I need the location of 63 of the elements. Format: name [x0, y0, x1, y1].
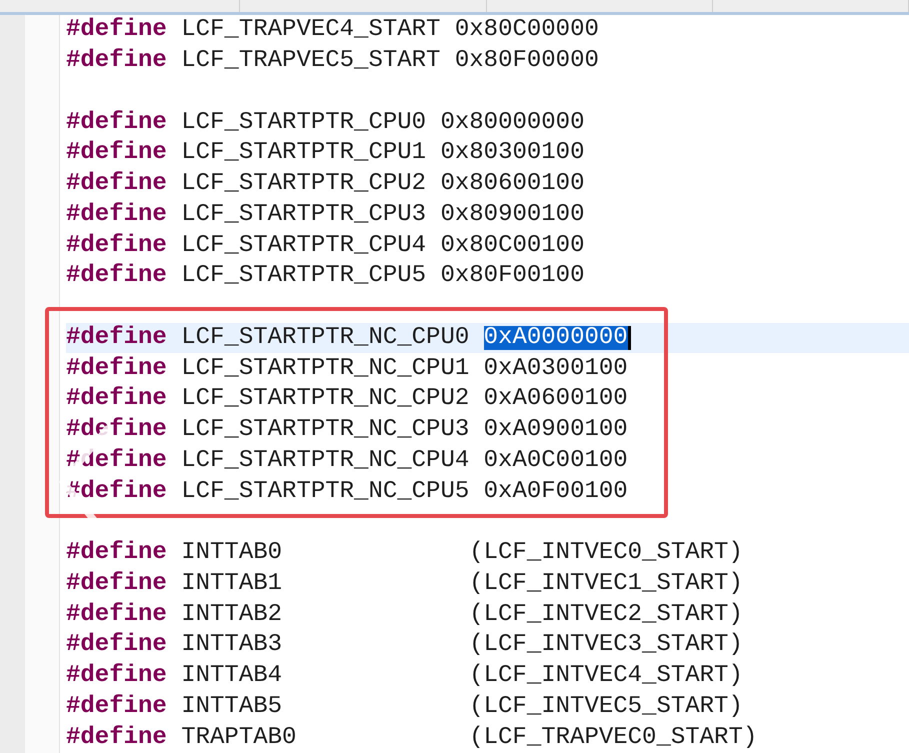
macro-value: 0x80F00100 — [440, 264, 584, 288]
keyword: #define — [66, 418, 167, 442]
keyword: #define — [66, 234, 167, 258]
macro-name: LCF_STARTPTR_NC_CPU5 — [181, 480, 470, 504]
macro-value: (LCF_TRAPVEC0_START) — [469, 726, 758, 750]
macro-value: (LCF_INTVEC4_START) — [469, 664, 743, 688]
macro-value: 0x80C00000 — [454, 18, 599, 42]
macro-name: LCF_STARTPTR_NC_CPU0 — [181, 326, 470, 350]
keyword: #define — [66, 110, 167, 135]
macro-name: LCF_STARTPTR_CPU2 — [181, 172, 426, 196]
keyword: #define — [66, 602, 167, 627]
macro-name: LCF_STARTPTR_CPU5 — [181, 264, 426, 288]
macro-name: LCF_STARTPTR_NC_CPU3 — [181, 418, 470, 442]
macro-value: 0xA0C00100 — [484, 448, 628, 473]
macro-name: INTTAB3 — [181, 633, 284, 658]
macro-value: 0xA0900100 — [484, 418, 628, 442]
keyword: #define — [66, 480, 167, 504]
keyword: #define — [66, 356, 167, 381]
selected-text: 0xA0000000 — [484, 326, 631, 350]
macro-value: (LCF_INTVEC0_START) — [469, 541, 743, 566]
macro-value: (LCF_INTVEC3_START) — [469, 633, 743, 658]
keyword: #define — [66, 264, 167, 288]
keyword: #define — [66, 49, 167, 74]
macro-value: (LCF_INTVEC1_START) — [469, 572, 743, 596]
keyword: #define — [66, 18, 167, 42]
keyword: #define — [66, 541, 167, 566]
macro-name: INTTAB4 — [181, 664, 284, 688]
macro-value: (LCF_INTVEC5_START) — [469, 694, 743, 719]
macro-name: INTTAB2 — [181, 602, 284, 627]
macro-value: 0xA0600100 — [484, 387, 628, 412]
keyword: #define — [66, 664, 167, 688]
macro-name: TRAPTAB0 — [181, 726, 298, 750]
macro-name: INTTAB1 — [181, 572, 284, 596]
keyword: #define — [66, 572, 167, 596]
macro-value: 0xA0F00100 — [484, 480, 628, 504]
keyword: #define — [66, 726, 167, 750]
keyword: #define — [66, 141, 167, 166]
macro-value: 0xA0300100 — [484, 356, 628, 381]
macro-name: LCF_STARTPTR_CPU3 — [181, 202, 426, 227]
macro-name: LCF_STARTPTR_NC_CPU1 — [181, 356, 470, 381]
keyword: #define — [66, 387, 167, 412]
macro-name: INTTAB0 — [181, 541, 284, 566]
macro-value: 0x80C00100 — [440, 234, 584, 258]
macro-value: 0x80300100 — [440, 141, 584, 166]
macro-value: 0x80F00000 — [454, 49, 599, 74]
keyword: #define — [66, 633, 167, 658]
macro-value: 0x80600100 — [440, 172, 584, 196]
keyword: #define — [66, 694, 167, 719]
keyword: #define — [66, 202, 167, 227]
macro-name: LCF_STARTPTR_NC_CPU4 — [181, 448, 470, 473]
macro-name: LCF_STARTPTR_CPU4 — [181, 234, 426, 258]
macro-value: 0x80000000 — [440, 110, 584, 135]
macro-name: LCF_STARTPTR_CPU1 — [181, 141, 426, 166]
keyword: #define — [66, 172, 167, 196]
macro-name: LCF_STARTPTR_NC_CPU2 — [181, 387, 470, 412]
macro-value: 0x80900100 — [440, 202, 584, 227]
keyword: #define — [66, 326, 167, 350]
macro-name: LCF_STARTPTR_CPU0 — [181, 110, 426, 135]
macro-name: INTTAB5 — [181, 694, 284, 719]
macro-name: LCF_TRAPVEC4_START — [181, 18, 440, 42]
macro-value: (LCF_INTVEC2_START) — [469, 602, 743, 627]
keyword: #define — [66, 448, 167, 473]
macro-name: LCF_TRAPVEC5_START — [181, 49, 440, 74]
